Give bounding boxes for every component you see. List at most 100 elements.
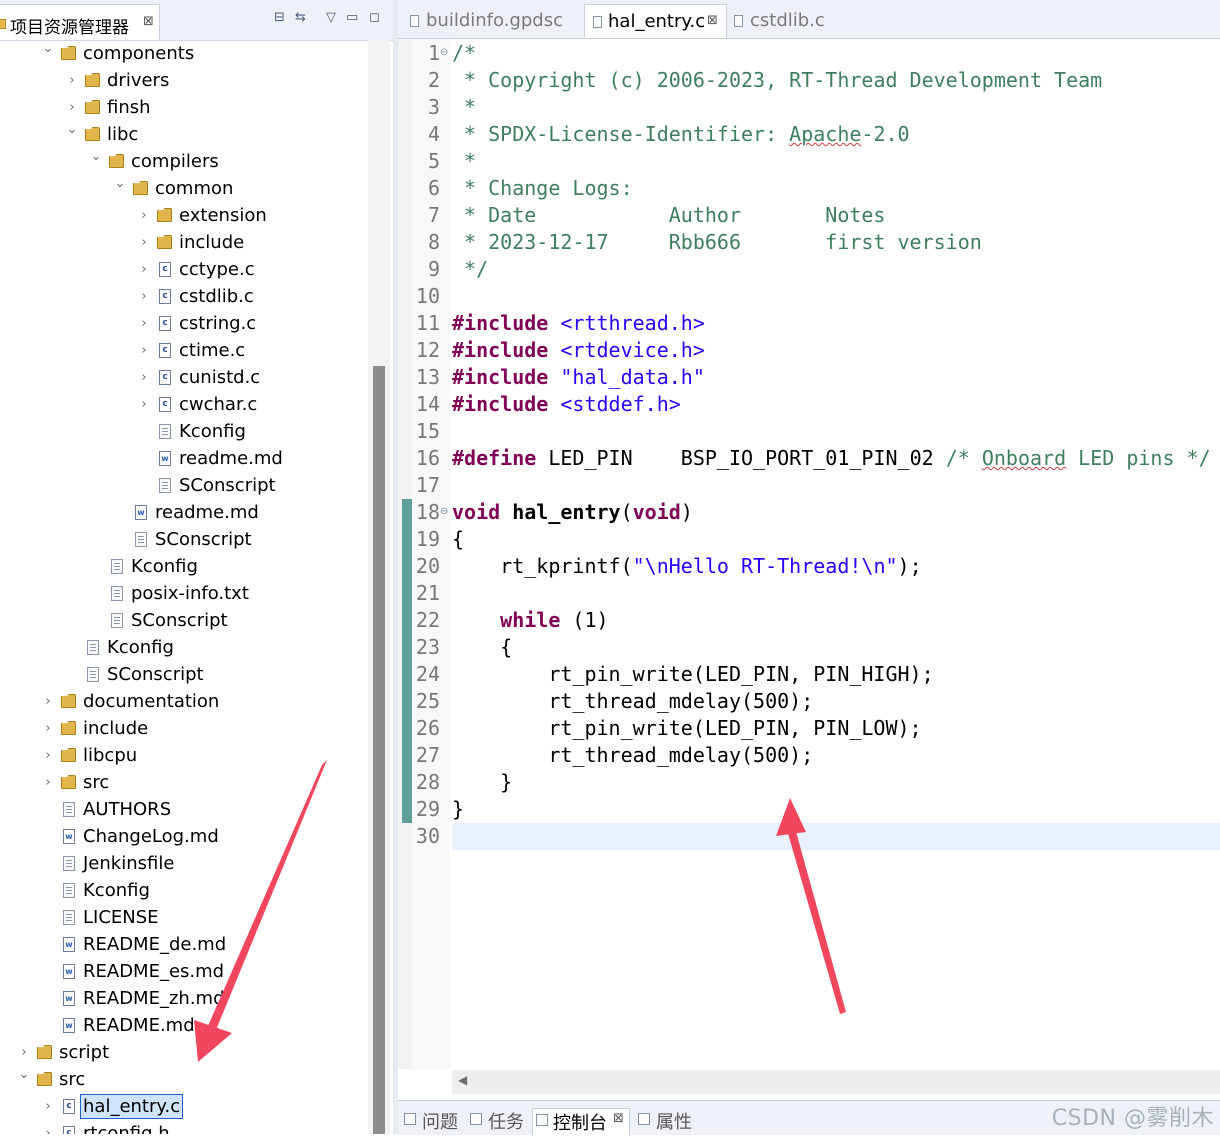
- scroll-left-icon[interactable]: ◀: [458, 1073, 467, 1087]
- text-file-icon: [159, 478, 171, 493]
- text-file-icon: [63, 910, 75, 925]
- code-line-26: rt_pin_write(LED_PIN, PIN_LOW);: [452, 716, 922, 740]
- view-menu-icon[interactable]: ▽: [326, 10, 336, 25]
- tree-item-label: components: [83, 43, 195, 64]
- chevron-right-icon[interactable]: ›: [138, 364, 150, 391]
- fold-collapse-icon[interactable]: ⊖: [440, 499, 448, 526]
- line-number: 13: [415, 365, 440, 389]
- chevron-right-icon[interactable]: ›: [138, 391, 150, 418]
- tree-item-label: include: [83, 718, 149, 739]
- close-icon[interactable]: ⊠: [143, 14, 154, 29]
- chevron-right-icon[interactable]: ›: [138, 283, 150, 310]
- line-number: 30: [415, 824, 440, 848]
- chevron-right-icon[interactable]: ›: [138, 256, 150, 283]
- line-number: 21: [415, 581, 440, 605]
- folder-icon: [61, 46, 76, 60]
- collapse-all-icon[interactable]: ⊟: [274, 10, 285, 25]
- explorer-tab[interactable]: 项目资源管理器 ⊠: [0, 4, 160, 40]
- folder-icon: [61, 721, 76, 735]
- tab-problems[interactable]: 问题: [404, 1108, 464, 1135]
- c-file-icon: c: [159, 397, 171, 412]
- chevron-right-icon[interactable]: ›: [138, 310, 150, 337]
- chevron-right-icon[interactable]: ›: [42, 1093, 54, 1120]
- tree-item-label: compilers: [131, 151, 219, 172]
- tree-item-label: readme.md: [179, 448, 283, 469]
- tree-item-label: cstdlib.c: [179, 286, 254, 307]
- tree-item-label: cunistd.c: [179, 367, 261, 388]
- chevron-down-icon[interactable]: ⌄: [90, 143, 102, 170]
- tab-console[interactable]: 控制台 ⊠: [532, 1108, 630, 1136]
- folder-icon: [61, 694, 76, 708]
- chevron-right-icon[interactable]: ›: [42, 688, 54, 715]
- code-line-7: * Date Author Notes: [452, 203, 886, 227]
- tab-cstdlib[interactable]: cstdlib.c: [728, 4, 848, 38]
- line-number: 10: [415, 284, 440, 308]
- chevron-right-icon[interactable]: ›: [42, 715, 54, 742]
- markdown-file-icon: w: [159, 451, 171, 466]
- explorer-scroll-thumb[interactable]: [373, 366, 385, 1134]
- c-file-icon: c: [63, 1099, 75, 1114]
- text-file-icon: [159, 424, 171, 439]
- chevron-right-icon[interactable]: ›: [138, 337, 150, 364]
- c-file-icon: c: [159, 343, 171, 358]
- folder-icon: [61, 748, 76, 762]
- tree-item-label: rtconfig.h: [83, 1123, 170, 1134]
- chevron-right-icon[interactable]: ›: [42, 1120, 54, 1134]
- chevron-right-icon[interactable]: ›: [138, 202, 150, 229]
- folder-icon: [85, 127, 100, 141]
- code-line-24: rt_pin_write(LED_PIN, PIN_HIGH);: [452, 662, 934, 686]
- fold-collapse-icon[interactable]: ⊖: [440, 40, 448, 67]
- markdown-file-icon: w: [63, 991, 75, 1006]
- tree-item-label: README.md: [83, 1015, 195, 1036]
- line-number: 23: [415, 635, 440, 659]
- chevron-down-icon[interactable]: ⌄: [18, 1061, 30, 1088]
- text-file-icon: [87, 640, 99, 655]
- line-number: 24: [415, 662, 440, 686]
- tree-item-label: src: [59, 1069, 86, 1090]
- tree-item-label: documentation: [83, 691, 220, 712]
- c-file-icon: [593, 16, 602, 28]
- line-number: 1: [427, 41, 440, 65]
- maximize-icon[interactable]: ◻: [369, 10, 380, 25]
- link-with-editor-icon[interactable]: ⇆: [295, 10, 306, 25]
- line-number: 28: [415, 770, 440, 794]
- tab-tasks[interactable]: 任务: [470, 1108, 530, 1135]
- chevron-down-icon[interactable]: ⌄: [66, 116, 78, 143]
- chevron-right-icon[interactable]: ›: [66, 67, 78, 94]
- folder-icon: [37, 1072, 52, 1086]
- tree-item-label: SConscript: [131, 610, 228, 631]
- close-icon[interactable]: ⊠: [707, 13, 718, 28]
- folder-icon: [61, 775, 76, 789]
- explorer-tabbar: 项目资源管理器 ⊠ ⊟ ⇆ ▽ ▭ ◻: [0, 0, 393, 41]
- tree-item-label: LICENSE: [83, 907, 159, 928]
- tree-item-label: README_zh.md: [83, 988, 225, 1009]
- line-number: 15: [415, 419, 440, 443]
- tab-buildinfo[interactable]: buildinfo.gpdsc: [400, 4, 586, 38]
- watermark: CSDN @雾削木: [1051, 1106, 1214, 1131]
- editor-tabbar: buildinfo.gpdsc hal_entry.c ⊠ cstdlib.c: [398, 0, 1220, 39]
- c-file-icon: c: [63, 1126, 75, 1134]
- chevron-right-icon[interactable]: ›: [138, 229, 150, 256]
- text-file-icon: [111, 586, 123, 601]
- tree-item-label: script: [59, 1042, 110, 1063]
- chevron-right-icon[interactable]: ›: [42, 742, 54, 769]
- line-number: 12: [415, 338, 440, 362]
- chevron-down-icon[interactable]: ⌄: [114, 170, 126, 197]
- editor-horizontal-scrollbar[interactable]: ◀: [452, 1070, 1220, 1094]
- code-line-1: /*: [452, 41, 477, 65]
- tab-label: cstdlib.c: [750, 10, 825, 31]
- chevron-down-icon[interactable]: ⌄: [42, 40, 54, 62]
- tab-properties[interactable]: 属性: [638, 1108, 698, 1135]
- change-marker: [402, 499, 412, 823]
- text-file-icon: [111, 613, 123, 628]
- tab-label: 属性: [656, 1112, 692, 1133]
- close-icon[interactable]: ⊠: [613, 1111, 624, 1126]
- minimize-icon[interactable]: ▭: [346, 10, 358, 25]
- code-line-25: rt_thread_mdelay(500);: [452, 689, 814, 713]
- chevron-right-icon[interactable]: ›: [42, 769, 54, 796]
- line-number: 27: [415, 743, 440, 767]
- tab-hal-entry[interactable]: hal_entry.c ⊠: [584, 4, 727, 38]
- properties-icon: [638, 1113, 650, 1125]
- line-number: 22: [415, 608, 440, 632]
- tree-item-label: cctype.c: [179, 259, 255, 280]
